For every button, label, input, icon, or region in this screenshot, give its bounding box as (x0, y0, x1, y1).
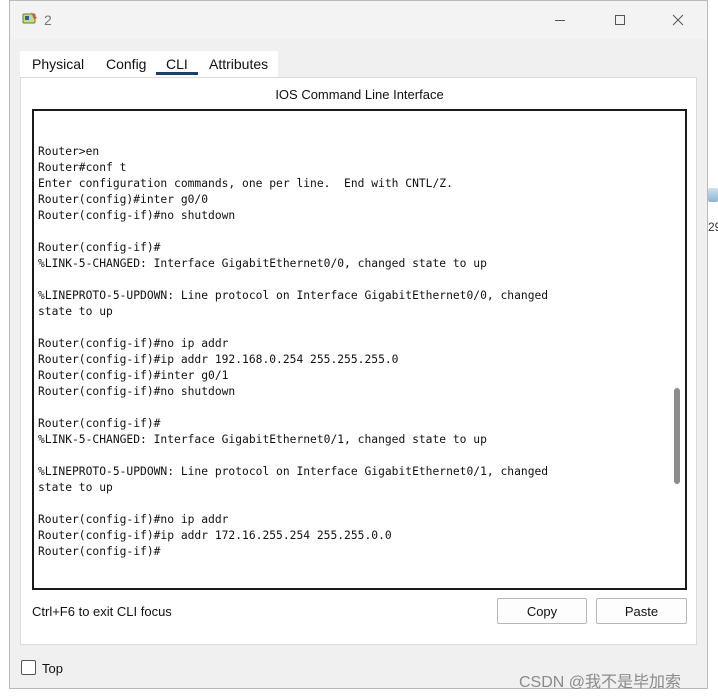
top-checkbox[interactable] (21, 660, 36, 675)
router-icon (22, 12, 37, 24)
background-label: 29 (708, 220, 718, 234)
window-title: 2 (44, 12, 52, 28)
tab-config[interactable]: Config (106, 56, 146, 72)
tab-physical[interactable]: Physical (32, 56, 84, 72)
close-icon (672, 14, 684, 26)
cli-output: Router>en Router#conf t Enter configurat… (38, 145, 549, 558)
minimize-icon (555, 20, 565, 21)
csdn-watermark: CSDN @我不是毕加索 (519, 674, 682, 691)
tab-attributes[interactable]: Attributes (209, 56, 268, 72)
close-button[interactable] (655, 1, 701, 39)
minimize-button[interactable] (537, 1, 583, 39)
tab-bar: Physical Config CLI Attributes (20, 51, 278, 77)
device-window: 2 Physical Config CLI Attributes IOS Com… (9, 0, 708, 689)
cli-panel-title: IOS Command Line Interface (275, 87, 444, 102)
tab-cli[interactable]: CLI (166, 56, 188, 72)
cli-focus-hint: Ctrl+F6 to exit CLI focus (32, 604, 172, 619)
maximize-button[interactable] (597, 1, 643, 39)
paste-button[interactable]: Paste (596, 598, 687, 624)
title-bar[interactable]: 2 (10, 1, 707, 39)
active-tab-indicator (156, 72, 198, 75)
maximize-icon (615, 15, 625, 25)
top-checkbox-label: Top (42, 661, 63, 676)
cli-console[interactable]: Router>en Router#conf t Enter configurat… (32, 109, 687, 590)
background-desktop-icon (708, 188, 718, 202)
scrollbar-thumb[interactable] (674, 388, 680, 484)
copy-button[interactable]: Copy (497, 598, 587, 624)
